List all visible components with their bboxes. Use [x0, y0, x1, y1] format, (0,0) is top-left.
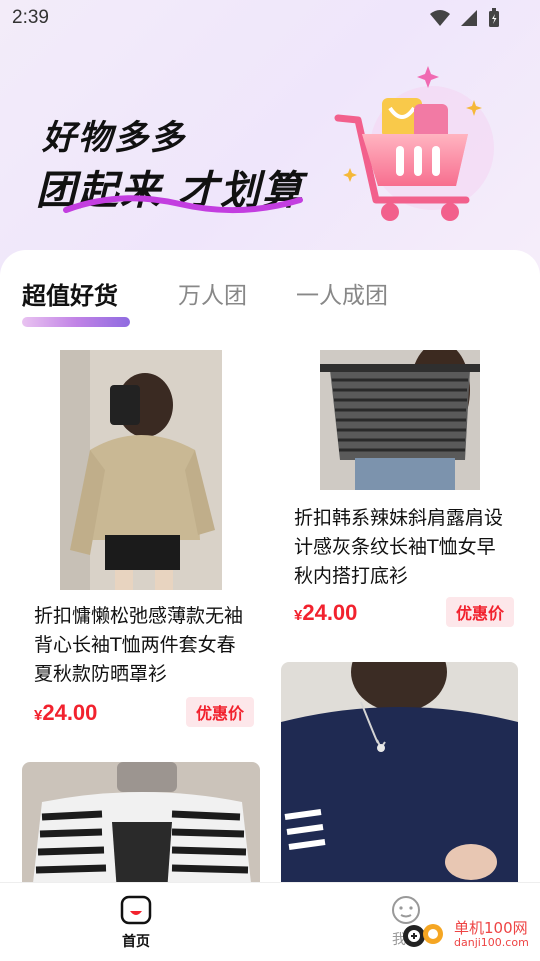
product-price: ¥24.00 [34, 700, 97, 726]
nav-home[interactable]: 首页 [110, 895, 162, 951]
watermark: 单机100网 danji100.com [400, 916, 529, 952]
discount-badge: 优惠价 [446, 597, 515, 627]
product-photo [281, 662, 518, 892]
wifi-icon [430, 10, 450, 26]
product-photo [60, 350, 222, 590]
product-photo [22, 762, 260, 892]
home-icon [120, 895, 152, 925]
product-price: ¥24.00 [294, 600, 357, 626]
status-time: 2:39 [12, 7, 49, 28]
active-tab-indicator [22, 317, 130, 327]
product-card[interactable] [22, 762, 260, 892]
product-card[interactable]: 折扣韩系辣妹斜肩露肩设计感灰条纹长袖T恤女早秋内搭打底衫 ¥24.00 优惠价 [282, 340, 518, 632]
watermark-url: danji100.com [454, 935, 529, 949]
discount-badge: 优惠价 [186, 697, 255, 727]
product-card[interactable]: 折扣慵懒松弛感薄款无袖背心长袖T恤两件套女春夏秋款防晒罩衫 ¥24.00 优惠价 [22, 340, 260, 730]
nav-home-label: 首页 [122, 934, 150, 950]
product-photo [320, 350, 480, 490]
shopping-cart-icon [334, 66, 494, 221]
tab-group-buy[interactable]: 万人团 [178, 276, 247, 310]
banner-slogan-line1: 好物多多 [42, 118, 186, 158]
product-title: 折扣慵懒松弛感薄款无袖背心长袖T恤两件套女春夏秋款防晒罩衫 [34, 605, 244, 685]
tab-solo-group[interactable]: 一人成团 [296, 276, 388, 310]
watermark-logo-icon [403, 924, 443, 947]
product-title: 折扣韩系辣妹斜肩露肩设计感灰条纹长袖T恤女早秋内搭打底衫 [294, 507, 504, 587]
battery-icon [489, 8, 499, 27]
status-bar: 2:39 [0, 0, 540, 36]
tab-super-value[interactable]: 超值好货 [22, 276, 118, 311]
status-icons [430, 8, 500, 28]
price-value: 24.00 [302, 600, 358, 625]
price-value: 24.00 [42, 700, 98, 725]
product-card[interactable] [281, 662, 518, 892]
watermark-brand: 单机100网 [454, 918, 528, 937]
slogan-underline-swoosh [63, 195, 303, 214]
signal-icon [461, 10, 477, 26]
category-tabs: 超值好货 万人团 一人成团 [0, 270, 540, 310]
